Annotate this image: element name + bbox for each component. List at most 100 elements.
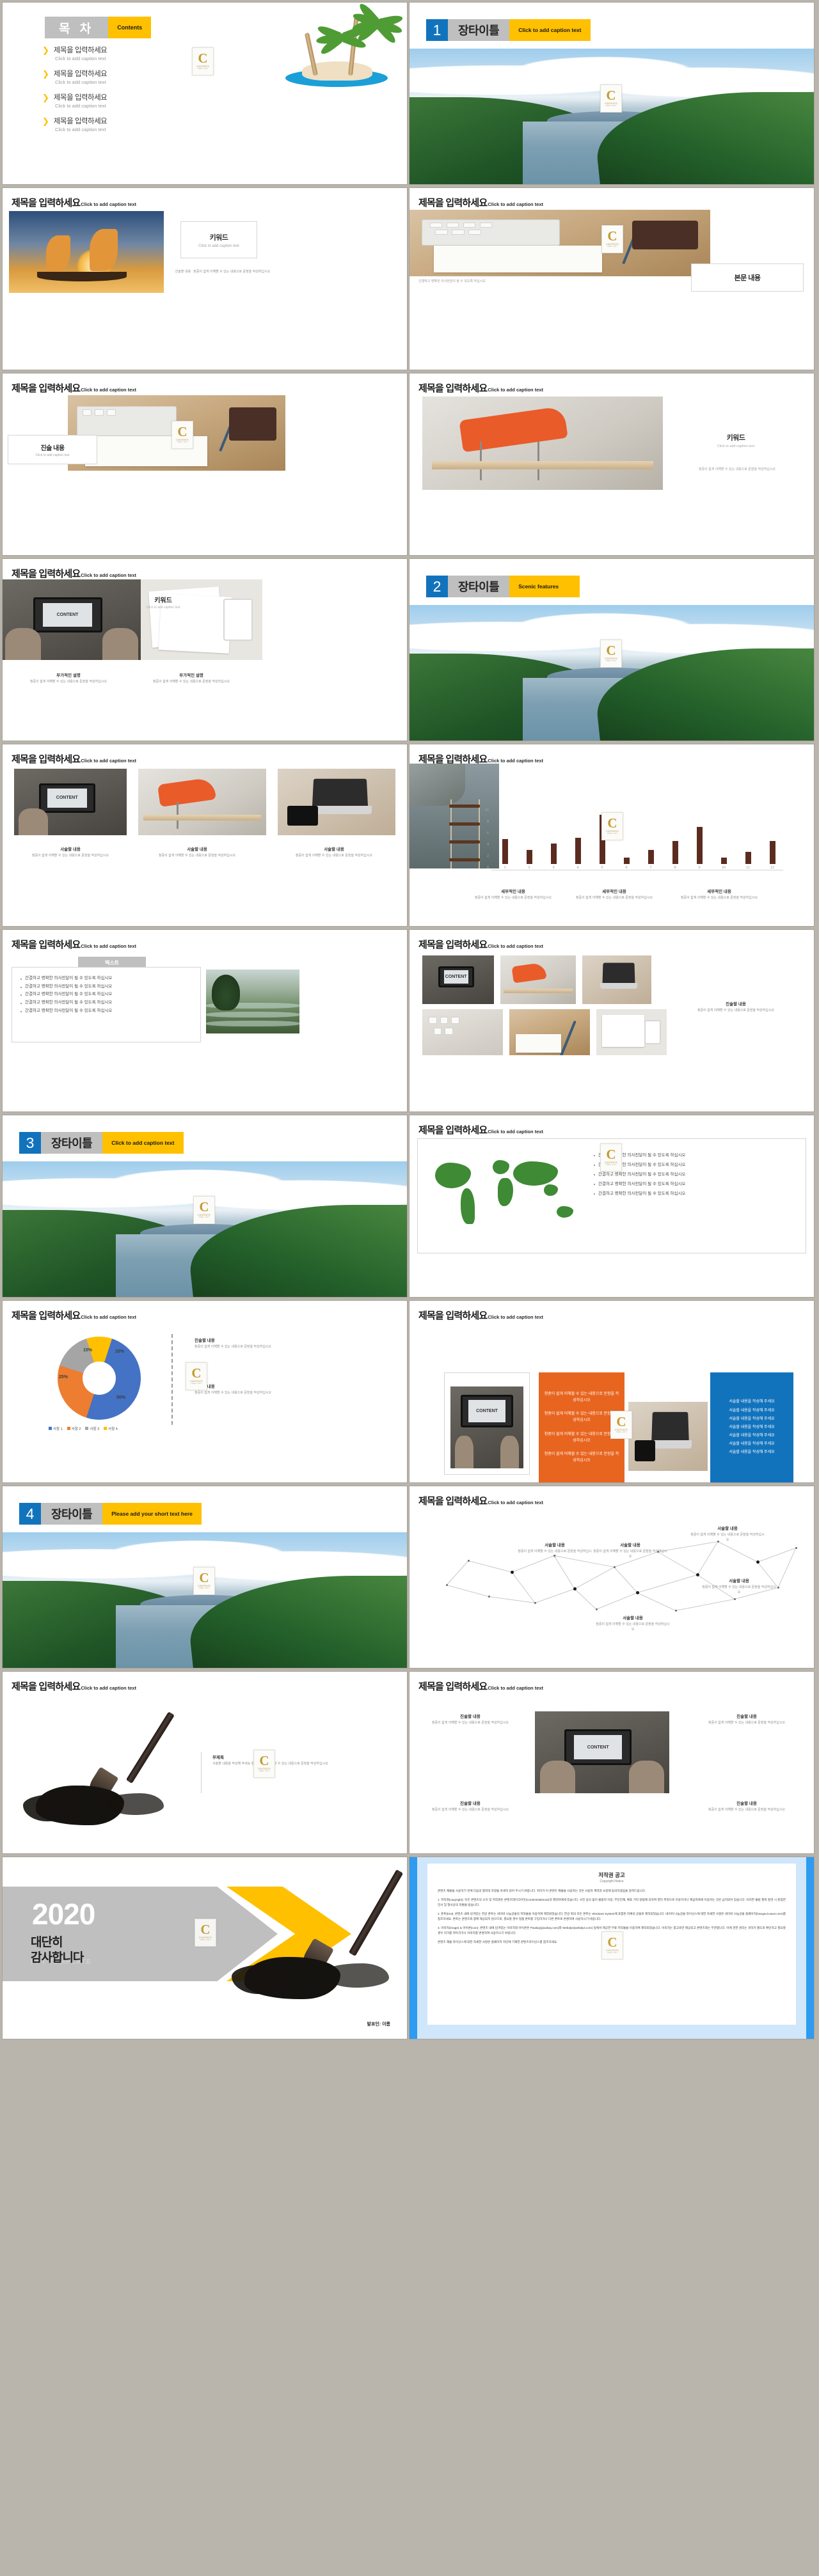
caption-block: 세부적인 내용 청중이 쉽게 이해할 수 있는 내용으로 문장을 작성하십시오 <box>468 888 558 901</box>
copyright-background: 저작권 공고 Copyright Notice 콘텐츠 제물을 사용하기 전에 … <box>410 1857 814 2039</box>
page-title: 제목을 입력하세요 <box>12 754 81 765</box>
page-title: 제목을 입력하세요 <box>418 383 488 394</box>
slide-title-row: 제목을 입력하세요 Click to add caption text <box>12 1679 136 1693</box>
slide-thumbnail-5[interactable]: 제목을 입력하세요 Click to add caption text 진술 내… <box>3 373 407 555</box>
slide-thumbnail-8-chapter2[interactable]: 2 장타이틀 Scenic features C CONTENTS TAKE /… <box>410 559 814 741</box>
watermark-logo: C CONTENTS TAKE / OUT <box>610 1411 632 1439</box>
slide-thumbnail-17-chapter4[interactable]: 4 장타이틀 Please add your short text here C… <box>3 1486 407 1668</box>
panel-line: 청중이 쉽게 이해할 수 있는 내용으로 문장을 작성하십시오 <box>544 1432 619 1443</box>
bar-column: 6 <box>614 858 639 870</box>
slide-thumbnail-2-chapter1[interactable]: 1 장타이틀 Click to add caption text C CONTE… <box>410 3 814 184</box>
bar-column: 2 <box>517 849 541 870</box>
slide-thumbnail-20[interactable]: 제목을 입력하세요 Click to add caption text 진술할 … <box>410 1672 814 1853</box>
node-body: 청중이 쉽게 이해할 수 있는 내용으로 문장을 작성하십시오 <box>690 1533 765 1542</box>
photo-ship <box>9 211 164 293</box>
node-label: 서술할 내용 청중이 쉽게 이해할 수 있는 내용으로 문장을 작성하십시오 <box>592 1541 668 1560</box>
slide-thumbnail-grid: 목 차 Contents ❯ 제목을 입력하세요 Click to add ca… <box>0 0 819 2039</box>
pie-label: 10% <box>115 1349 125 1354</box>
blue-panel: 서술할 내용을 작성해 주세요 서술할 내용을 작성해 주세요 서술할 내용을 … <box>710 1372 793 1482</box>
x-tick: 5 <box>601 866 603 870</box>
legend-swatch <box>67 1427 70 1430</box>
list-item-caption: Click to add caption text <box>55 127 106 132</box>
description-head: 진술할 내용 <box>460 1715 481 1719</box>
node-label: 서술할 내용 청중이 쉽게 이해할 수 있는 내용으로 문장을 작성하십시오 <box>690 1525 765 1543</box>
photo-paper <box>596 1009 667 1055</box>
x-tick: 7 <box>649 866 652 870</box>
x-tick: 1 <box>504 866 506 870</box>
slide-thumbnail-7[interactable]: 제목을 입력하세요 Click to add caption text CONT… <box>3 559 407 741</box>
chapter-bar: 3 장타이틀 Click to add caption text <box>19 1132 184 1154</box>
network-edge <box>511 1572 536 1603</box>
photo-people: CONTENT <box>14 769 127 835</box>
legend-swatch <box>85 1427 89 1430</box>
node-head: 서술할 내용 <box>717 1527 738 1531</box>
slide-thumbnail-1-contents[interactable]: 목 차 Contents ❯ 제목을 입력하세요 Click to add ca… <box>3 3 407 184</box>
network-node <box>445 1583 448 1586</box>
page-title: 제목을 입력하세요 <box>418 1496 488 1507</box>
bar-chart: 1 2 3 4 5 6 7 8 9 10 11 12 <box>493 808 784 870</box>
photo-keyboard <box>422 1009 503 1055</box>
legend-swatch <box>104 1427 107 1430</box>
panel-line: 서술할 내용을 작성해 주세요 <box>729 1400 775 1404</box>
caption-head: 세부적인 내용 <box>707 890 731 894</box>
list-item[interactable]: ❯ 제목을 입력하세요 Click to add caption text <box>42 116 107 133</box>
slide-thumbnail-6[interactable]: 제목을 입력하세요 Click to add caption text 키워드 … <box>410 373 814 555</box>
slide-thumbnail-4[interactable]: 제목을 입력하세요 Click to add caption text C CO… <box>410 188 814 370</box>
slide-thumbnail-13-chapter3[interactable]: 3 장타이틀 Click to add caption text C CONTE… <box>3 1115 407 1297</box>
slide-thumbnail-10-bar-chart[interactable]: 제목을 입력하세요 Click to add caption text 10 8… <box>410 744 814 926</box>
chapter-bar: 2 장타이틀 Scenic features <box>426 576 580 597</box>
description-body: 청중이 쉽게 이해할 수 있는 내용으로 문장을 작성하십시오 <box>431 1721 509 1725</box>
keyword-block: 키워드 Click to add caption text <box>691 432 781 448</box>
keyword-title: 키워드 <box>209 233 228 242</box>
description-head: 부제목 <box>212 1755 224 1760</box>
description-body: 청중이 쉽게 이해할 수 있는 내용으로 문장을 작성하십시오 <box>697 1009 775 1012</box>
description-body: 청중이 쉽게 이해할 수 있는 내용으로 문장을 작성하십시오 <box>195 1345 272 1349</box>
copyright-paragraph: 1. 저작권(copyright): 모든 콘텐츠의 소유 및 저작권은 콘텐츠… <box>438 1898 786 1907</box>
bar-column: 3 <box>541 844 566 870</box>
slide-thumbnail-21-thanks[interactable]: 2020 PPT TEMPLATE 대단히 감사합니다 C CONTENTS T… <box>3 1857 407 2039</box>
page-subtitle: Click to add caption text <box>81 758 137 764</box>
network-edge <box>468 1560 513 1573</box>
slide-thumbnail-12[interactable]: 제목을 입력하세요 Click to add caption text CONT… <box>410 930 814 1111</box>
slide-title-row: 제목을 입력하세요 Click to add caption text <box>12 938 136 951</box>
x-tick: 4 <box>576 866 579 870</box>
network-edge <box>637 1592 676 1611</box>
network-node <box>674 1609 677 1612</box>
page-title: 제목을 입력하세요 <box>12 383 81 394</box>
description-body: 청중이 쉽게 이해할 수 있는 내용으로 문장을 작성하십시오 <box>708 1721 786 1725</box>
network-node <box>595 1608 598 1610</box>
network-edge <box>717 1541 758 1562</box>
slide-thumbnail-18-network[interactable]: 제목을 입력하세요 Click to add caption text 서술할 … <box>410 1486 814 1668</box>
slide-thumbnail-16[interactable]: 제목을 입력하세요 Click to add caption text CONT… <box>410 1301 814 1482</box>
chapter-title: 장타이틀 <box>448 19 510 41</box>
page-title: 제목을 입력하세요 <box>12 1310 81 1321</box>
page-subtitle: Click to add caption text <box>81 572 137 578</box>
divider <box>171 1334 173 1425</box>
photo-hands-keyboard: CONTENT <box>450 1386 523 1468</box>
description-body: 서술할 내용을 작성해 주세요 청중이 쉽게 이해할 수 있는 내용으로 문장을… <box>212 1762 328 1766</box>
bar <box>623 858 630 864</box>
slide-thumbnail-11[interactable]: 제목을 입력하세요 Click to add caption text 텍스트 … <box>3 930 407 1111</box>
panel-line: 서술할 내용을 작성해 주세요 <box>729 1442 775 1447</box>
bar <box>550 844 557 864</box>
chapter-caption: Click to add caption text <box>509 19 591 41</box>
list-item[interactable]: ❯ 제목을 입력하세요 Click to add caption text <box>42 45 107 62</box>
slide-thumbnail-22-copyright[interactable]: 저작권 공고 Copyright Notice 콘텐츠 제물을 사용하기 전에 … <box>410 1857 814 2039</box>
slide-thumbnail-3[interactable]: 제목을 입력하세요 Click to add caption text 키워드 … <box>3 188 407 370</box>
list-item[interactable]: ❯ 제목을 입력하세요 Click to add caption text <box>42 68 107 86</box>
list-item: 간결하고 명확한 의사전달이 될 수 있도록 하십시오 <box>19 1007 196 1016</box>
list-item[interactable]: ❯ 제목을 입력하세요 Click to add caption text <box>42 92 107 109</box>
slide-thumbnail-9[interactable]: 제목을 입력하세요 Click to add caption text CONT… <box>3 744 407 926</box>
slide-thumbnail-15-donut-chart[interactable]: 제목을 입력하세요 Click to add caption text 10% … <box>3 1301 407 1482</box>
network-node <box>795 1546 797 1549</box>
slide-title-row: 제목을 입력하세요 Click to add caption text <box>12 752 136 766</box>
description-block: 진술할 내용 청중이 쉽게 이해할 수 있는 내용으로 문장을 작성하십시오 <box>699 1800 795 1813</box>
slide-thumbnail-14-world-map[interactable]: 제목을 입력하세요 Click to add caption text 간결하고… <box>410 1115 814 1297</box>
page-title: 제목을 입력하세요 <box>12 939 81 950</box>
slide-thumbnail-19-brush[interactable]: 제목을 입력하세요 Click to add caption text 부제목 … <box>3 1672 407 1853</box>
keyword-title: 키워드 <box>154 597 172 604</box>
page-subtitle: Click to add caption text <box>81 201 137 207</box>
list-item: 간결하고 명확한 의사전달이 될 수 있도록 하십시오 <box>592 1190 784 1199</box>
node-body: 청중이 쉽게 이해할 수 있는 내용으로 문장을 작성하십시오 <box>596 1622 670 1631</box>
description-body: 청중이 쉽게 이해할 수 있는 내용으로 문장을 작성하십시오 <box>431 1808 509 1812</box>
